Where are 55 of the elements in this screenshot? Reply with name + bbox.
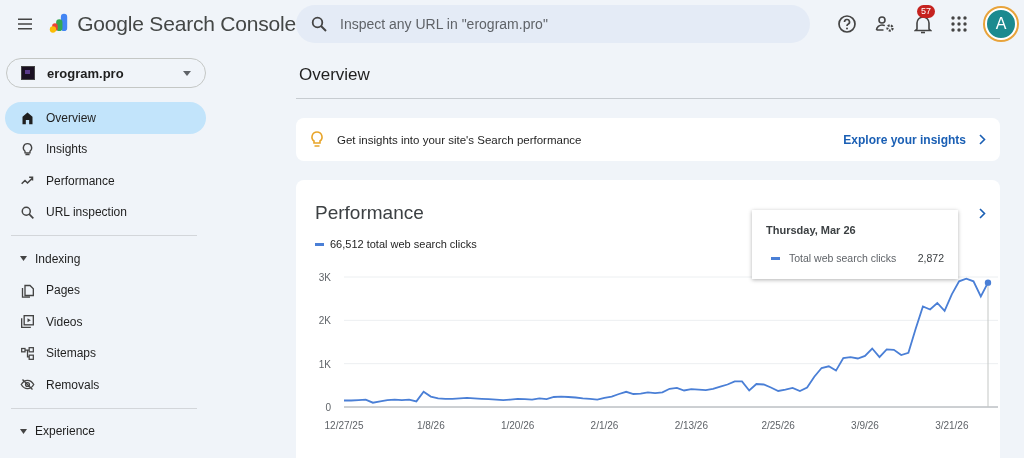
nav-item[interactable]: Removals [5, 369, 206, 401]
x-tick-label: 2/25/26 [761, 420, 795, 431]
explore-insights-link[interactable]: Explore your insights [843, 132, 966, 147]
tooltip-value: 2,872 [917, 252, 944, 264]
data-point [984, 279, 992, 286]
avatar[interactable]: A [985, 8, 1017, 40]
site-favicon-icon [21, 66, 35, 80]
x-tick-label: 12/27/25 [324, 420, 364, 431]
x-tick-label: 2/1/26 [590, 420, 619, 431]
x-tick-label: 1/20/26 [501, 420, 535, 431]
search-icon [310, 15, 328, 33]
y-tick-label: 3K [318, 272, 331, 283]
caret-icon [20, 256, 27, 262]
nav-item[interactable]: Overview [5, 102, 206, 134]
chevron-right-icon[interactable] [979, 207, 986, 219]
legend-swatch [771, 256, 780, 260]
bell-icon[interactable] [914, 14, 932, 34]
x-tick-label: 3/21/26 [935, 420, 969, 431]
card-title: Performance [315, 202, 424, 224]
insight-text: Get insights into your site's Search performance [337, 133, 582, 146]
notification-badge: 57 [917, 5, 935, 18]
caret-icon [20, 428, 27, 434]
y-tick-label: 0 [325, 402, 331, 413]
pages-icon [20, 282, 35, 298]
apps-grid-icon[interactable] [951, 16, 967, 32]
search-icon [20, 204, 35, 220]
tooltip-date: Thursday, Mar 26 [766, 224, 857, 236]
page-title: Overview [298, 64, 371, 86]
nav-item[interactable]: Pages [5, 274, 206, 306]
tooltip-label: Total web search clicks [789, 252, 897, 264]
menu-icon[interactable] [18, 17, 33, 31]
x-tick-label: 2/13/26 [674, 420, 708, 431]
app-title: Google Search Console [77, 12, 296, 36]
nav-item[interactable]: URL inspection [5, 196, 206, 228]
legend-label: 66,512 total web search clicks [330, 238, 477, 250]
help-icon[interactable] [837, 14, 857, 34]
x-tick-label: 3/9/26 [851, 420, 879, 431]
dropdown-caret-icon [183, 70, 191, 76]
user-settings-icon[interactable] [875, 14, 895, 34]
section-header[interactable]: Experience [0, 415, 296, 447]
nav-item[interactable]: Performance [5, 165, 206, 197]
video-icon [20, 314, 35, 330]
search-field[interactable]: Inspect any URL in "erogram.pro" [296, 5, 810, 43]
y-tick-label: 1K [318, 358, 331, 370]
chevron-right-icon [979, 134, 986, 145]
lightbulb-icon [20, 141, 35, 157]
section-header[interactable]: Indexing [0, 243, 296, 275]
x-tick-label: 1/8/26 [416, 420, 445, 431]
y-tick-label: 2K [318, 315, 331, 327]
lightbulb-icon [310, 131, 324, 148]
nav-item[interactable]: Sitemaps [5, 337, 206, 369]
nav-item[interactable]: Insights [5, 133, 206, 165]
sitemap-icon [20, 345, 35, 361]
home-icon [20, 110, 35, 126]
nav-item[interactable]: Videos [5, 306, 206, 338]
